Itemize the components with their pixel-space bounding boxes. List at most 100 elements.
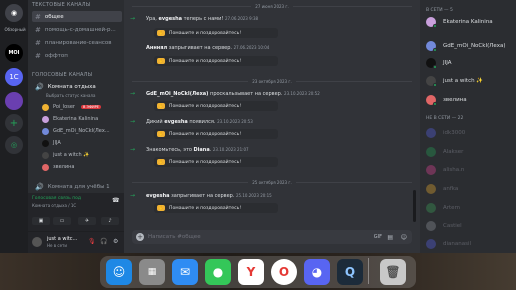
speaker-icon: 🔊: [35, 182, 44, 191]
member-item[interactable]: Castiel: [426, 220, 462, 232]
deafen-icon[interactable]: 🎧: [100, 238, 107, 245]
scrollbar[interactable]: [413, 190, 416, 222]
voice-user[interactable]: звелина: [42, 162, 74, 172]
join-arrow-icon: →: [130, 118, 136, 125]
messages-icon[interactable]: ●: [205, 259, 231, 285]
dock-divider: [368, 258, 369, 284]
wave-button[interactable]: ✋ Помашите и поздоровайтесь!: [154, 28, 278, 38]
avatar: [42, 127, 49, 135]
user-status: Не в сети: [47, 243, 67, 248]
wave-icon: ✋: [157, 58, 165, 64]
wave-button[interactable]: ✋ Помашите и поздоровайтесь!: [154, 56, 278, 66]
sticker-icon[interactable]: ▤: [387, 234, 393, 241]
soundboard-button[interactable]: ♪: [101, 217, 119, 225]
avatar: [42, 115, 49, 123]
activity-button[interactable]: ✈: [78, 217, 96, 225]
channel-offtopic[interactable]: # оффтоп: [32, 50, 122, 61]
voice-user[interactable]: Ekaterina Kalinina: [42, 114, 98, 124]
connection-status[interactable]: Голосовая связь под: [32, 196, 81, 201]
camera-button[interactable]: ▣: [32, 217, 50, 225]
join-arrow-icon: →: [130, 146, 136, 153]
avatar[interactable]: [32, 237, 42, 247]
voice-channel-study[interactable]: 🔊 Комната для учёбы 1: [32, 181, 122, 192]
server-rail: ◉ Обзорный MOI 1С + ◎: [0, 0, 28, 253]
hash-icon: #: [35, 25, 41, 34]
avatar: [426, 203, 436, 213]
wave-icon: ✋: [157, 30, 165, 36]
system-message: → Знакомьтесь, это Diana. 23.10.2023 21:0…: [130, 146, 249, 153]
yandex-icon[interactable]: Y: [238, 259, 264, 285]
explore-icon[interactable]: ◎: [5, 136, 23, 154]
voice-status[interactable]: Выбрать статус канала: [46, 90, 95, 100]
system-message: → Ура, evgesha теперь с нами! 27.06.2023 …: [130, 15, 259, 22]
member-item[interactable]: just a witch ✨: [426, 75, 483, 87]
user-name[interactable]: just a witc...: [47, 236, 77, 242]
mail-icon[interactable]: ✉: [172, 259, 198, 285]
gif-icon[interactable]: GIF: [374, 234, 382, 240]
join-arrow-icon: →: [130, 192, 136, 199]
join-arrow-icon: →: [130, 15, 136, 22]
hash-icon: #: [35, 38, 41, 47]
mute-icon[interactable]: 🎙: [88, 238, 96, 245]
avatar: [426, 58, 437, 69]
voice-user[interactable]: just a witch ✨: [42, 150, 90, 160]
wave-icon: ✋: [157, 131, 165, 137]
member-item[interactable]: Alakser: [426, 146, 463, 158]
finder-icon[interactable]: ☺: [106, 259, 132, 285]
channel-general[interactable]: # общее: [32, 11, 122, 22]
message-placeholder: Написать #общее: [148, 234, 201, 240]
member-item[interactable]: JIJA: [426, 57, 452, 69]
member-item[interactable]: alisha.n: [426, 164, 464, 176]
server-1c[interactable]: 1С: [5, 68, 23, 86]
avatar: [426, 76, 437, 87]
text-category[interactable]: ТЕКСТОВЫЕ КАНАЛЫ: [32, 2, 90, 8]
avatar: [426, 239, 436, 249]
wave-icon: ✋: [157, 205, 165, 211]
avatar: [426, 17, 437, 28]
server-moi[interactable]: MOI: [5, 44, 23, 62]
voice-category[interactable]: ГОЛОСОВЫЕ КАНАЛЫ: [32, 72, 92, 78]
wave-button[interactable]: ✋ Помашите и поздоровайтесь!: [154, 129, 278, 139]
system-message: Анннял запрыгивает на сервер. 27.06.2023…: [146, 45, 270, 51]
launchpad-icon[interactable]: ▦: [139, 259, 165, 285]
voice-user[interactable]: Poi_loser В ЭФИРЕ: [42, 102, 101, 112]
wave-button[interactable]: ✋ Помашите и поздоровайтесь!: [154, 157, 278, 167]
member-list: В СЕТИ — 5 Ekaterina Kalinina GdE_mOi_No…: [420, 0, 516, 253]
member-item[interactable]: звелина: [426, 94, 467, 106]
connection-channel[interactable]: Комната отдыха / 1С: [32, 203, 76, 208]
online-header: В СЕТИ — 5: [426, 8, 453, 13]
member-item[interactable]: Ekaterina Kalinina: [426, 16, 493, 28]
add-attachment-icon[interactable]: +: [136, 233, 144, 241]
wave-button[interactable]: ✋ Помашите и поздоровайтесь!: [154, 203, 278, 213]
member-item[interactable]: Artem: [426, 202, 460, 214]
disconnect-icon[interactable]: ☎: [112, 197, 119, 204]
emoji-icon[interactable]: ☺: [401, 234, 407, 241]
settings-icon[interactable]: ⚙: [113, 238, 118, 245]
voice-user[interactable]: JIJA: [42, 138, 61, 148]
member-item[interactable]: GdE_mOi_NoCkI(Леха): [426, 40, 506, 52]
avatar: [426, 41, 437, 52]
avatar: [426, 147, 436, 157]
overview-label: Обзорный: [4, 27, 26, 32]
voice-user[interactable]: GdE_mOi_NoCkI(Лех...: [42, 126, 110, 136]
server-avatar[interactable]: [5, 92, 23, 110]
hash-icon: #: [35, 51, 41, 60]
opera-icon[interactable]: O: [271, 259, 297, 285]
screen-share-button[interactable]: ▭: [53, 217, 71, 225]
member-item[interactable]: diananasil: [426, 238, 471, 250]
chat-area: 27 июня 2023 г. → Ура, evgesha теперь с н…: [124, 0, 420, 253]
member-item[interactable]: anfka: [426, 183, 458, 195]
channel-homework[interactable]: # помощь-с-домашней-р...: [32, 24, 122, 35]
trash-icon[interactable]: 🗑: [380, 259, 406, 285]
wave-button[interactable]: ✋ Помашите и поздоровайтесь!: [154, 101, 278, 111]
discord-icon[interactable]: ◕: [304, 259, 330, 285]
home-icon[interactable]: ◉: [5, 4, 23, 22]
channel-planning[interactable]: # планирование-сеансов: [32, 37, 122, 48]
avatar: [42, 151, 49, 159]
avatar: [42, 163, 49, 171]
add-server-icon[interactable]: +: [5, 114, 23, 132]
quicktime-icon[interactable]: Q: [337, 259, 363, 285]
message-input[interactable]: + Написать #общее GIF ▤ ☺: [132, 230, 412, 244]
join-arrow-icon: →: [130, 90, 136, 97]
member-item[interactable]: idk3000: [426, 127, 465, 139]
